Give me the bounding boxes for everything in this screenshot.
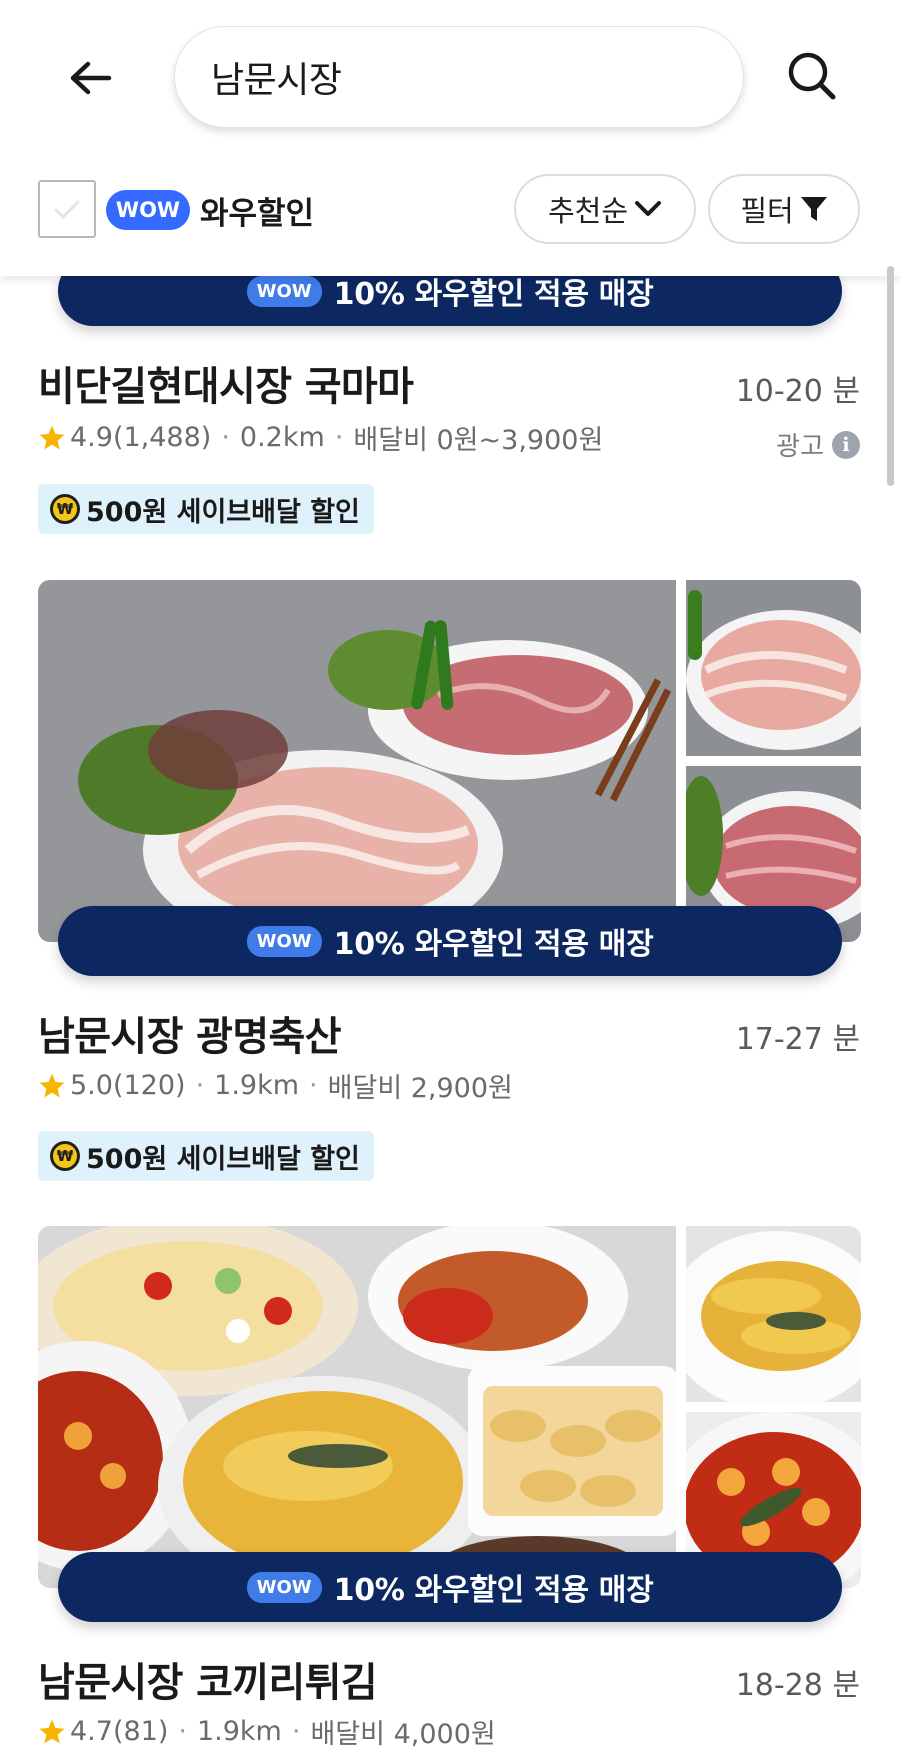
sort-dropdown[interactable]: 추천순 [514, 174, 696, 244]
ad-text: 광고 [776, 432, 824, 462]
wow-discount-banner: WOW 10% 와우할인 적용 매장 [58, 276, 842, 326]
store-meta: 4.7 (81) · 1.9km · 배달비 4,000원 [38, 1712, 496, 1751]
pork-belly-image [686, 580, 861, 756]
wow-discount-checkbox[interactable] [38, 180, 96, 238]
separator-dot: · [334, 422, 344, 453]
star-icon [39, 425, 65, 449]
review-count: (120) [112, 1070, 186, 1101]
store-name[interactable]: 비단길현대시장 국마마 [38, 354, 414, 412]
delivery-fee: 배달비 0원~3,900원 [353, 425, 604, 456]
promo-badge: ₩ 500원 세이브배달 할인 [38, 484, 374, 534]
wow-chip: WOW [246, 925, 322, 957]
scrollbar[interactable] [887, 266, 894, 486]
store-photo-main[interactable] [38, 1226, 676, 1588]
banner-text: 10% 와우할인 적용 매장 [333, 1573, 654, 1608]
distance: 1.9km [196, 1716, 282, 1747]
wow-discount-label[interactable]: 와우할인 [200, 188, 314, 233]
promo-badge: ₩ 500원 세이브배달 할인 [38, 1131, 374, 1181]
wow-discount-banner: WOW 10% 와우할인 적용 매장 [58, 1552, 842, 1622]
back-button[interactable] [60, 52, 120, 104]
distance: 0.2km [239, 422, 325, 453]
banner-text: 10% 와우할인 적용 매장 [333, 277, 654, 312]
store-photo-side[interactable] [686, 1226, 861, 1402]
promo-text: 500원 세이브배달 할인 [86, 496, 360, 528]
delivery-eta: 18-28 분 [735, 1668, 860, 1703]
store-photo-main[interactable] [38, 580, 676, 942]
rating-value: 4.7 [70, 1716, 113, 1747]
search-icon [788, 52, 836, 100]
banner-text: 10% 와우할인 적용 매장 [333, 927, 654, 962]
arrow-left-icon [70, 61, 112, 95]
filter-button[interactable]: 필터 [708, 174, 860, 244]
promo-text: 500원 세이브배달 할인 [86, 1143, 360, 1175]
review-count: (81) [112, 1716, 169, 1747]
rating-value: 4.9 [70, 422, 113, 453]
chevron-down-icon [635, 201, 662, 216]
coin-icon: ₩ [50, 1141, 80, 1171]
review-count: (1,488) [112, 422, 212, 453]
filter-bar: WOW 와우할인 추천순 필터 [0, 150, 900, 276]
ad-label[interactable]: 광고 i [776, 426, 860, 463]
filter-funnel-icon [800, 197, 827, 221]
store-photo-side[interactable] [686, 580, 861, 756]
tempura-image [686, 1226, 861, 1402]
star-icon [39, 1073, 65, 1097]
star-icon [39, 1719, 65, 1743]
search-query: 남문시장 [211, 60, 342, 101]
delivery-eta: 17-27 분 [735, 1022, 860, 1057]
top-bar: 남문시장 [0, 0, 900, 150]
wow-chip: WOW [246, 276, 322, 307]
delivery-eta: 10-20 분 [735, 374, 860, 409]
distance: 1.9km [214, 1070, 300, 1101]
store-list: WOW 10% 와우할인 적용 매장 비단길현대시장 국마마 10-20 분 4… [0, 276, 900, 1756]
search-input[interactable]: 남문시장 [174, 26, 744, 128]
delivery-fee: 배달비 4,000원 [310, 1719, 496, 1750]
search-button[interactable] [782, 46, 842, 106]
fried-food-spread-image [38, 1226, 676, 1588]
separator-dot: · [178, 1716, 187, 1747]
wow-badge: WOW [106, 190, 190, 230]
info-icon: i [832, 430, 860, 459]
separator-dot: · [221, 422, 230, 453]
wow-chip: WOW [246, 1571, 322, 1603]
store-meta: 5.0 (120) · 1.9km · 배달비 2,900원 [38, 1066, 513, 1105]
separator-dot: · [291, 1716, 301, 1747]
meat-platter-image [38, 580, 676, 942]
store-meta: 4.9 (1,488) · 0.2km · 배달비 0원~3,900원 [38, 418, 603, 457]
coin-icon: ₩ [50, 494, 80, 524]
sort-label: 추천순 [547, 194, 629, 228]
filter-label: 필터 [740, 194, 794, 228]
rating-value: 5.0 [70, 1070, 113, 1101]
separator-dot: · [309, 1070, 318, 1101]
wow-discount-banner: WOW 10% 와우할인 적용 매장 [58, 906, 842, 976]
delivery-fee: 배달비 2,900원 [327, 1073, 513, 1104]
store-name[interactable]: 남문시장 코끼리튀김 [38, 1650, 378, 1708]
store-name[interactable]: 남문시장 광명축산 [38, 1004, 342, 1062]
check-icon [53, 199, 81, 220]
separator-dot: · [195, 1070, 205, 1101]
